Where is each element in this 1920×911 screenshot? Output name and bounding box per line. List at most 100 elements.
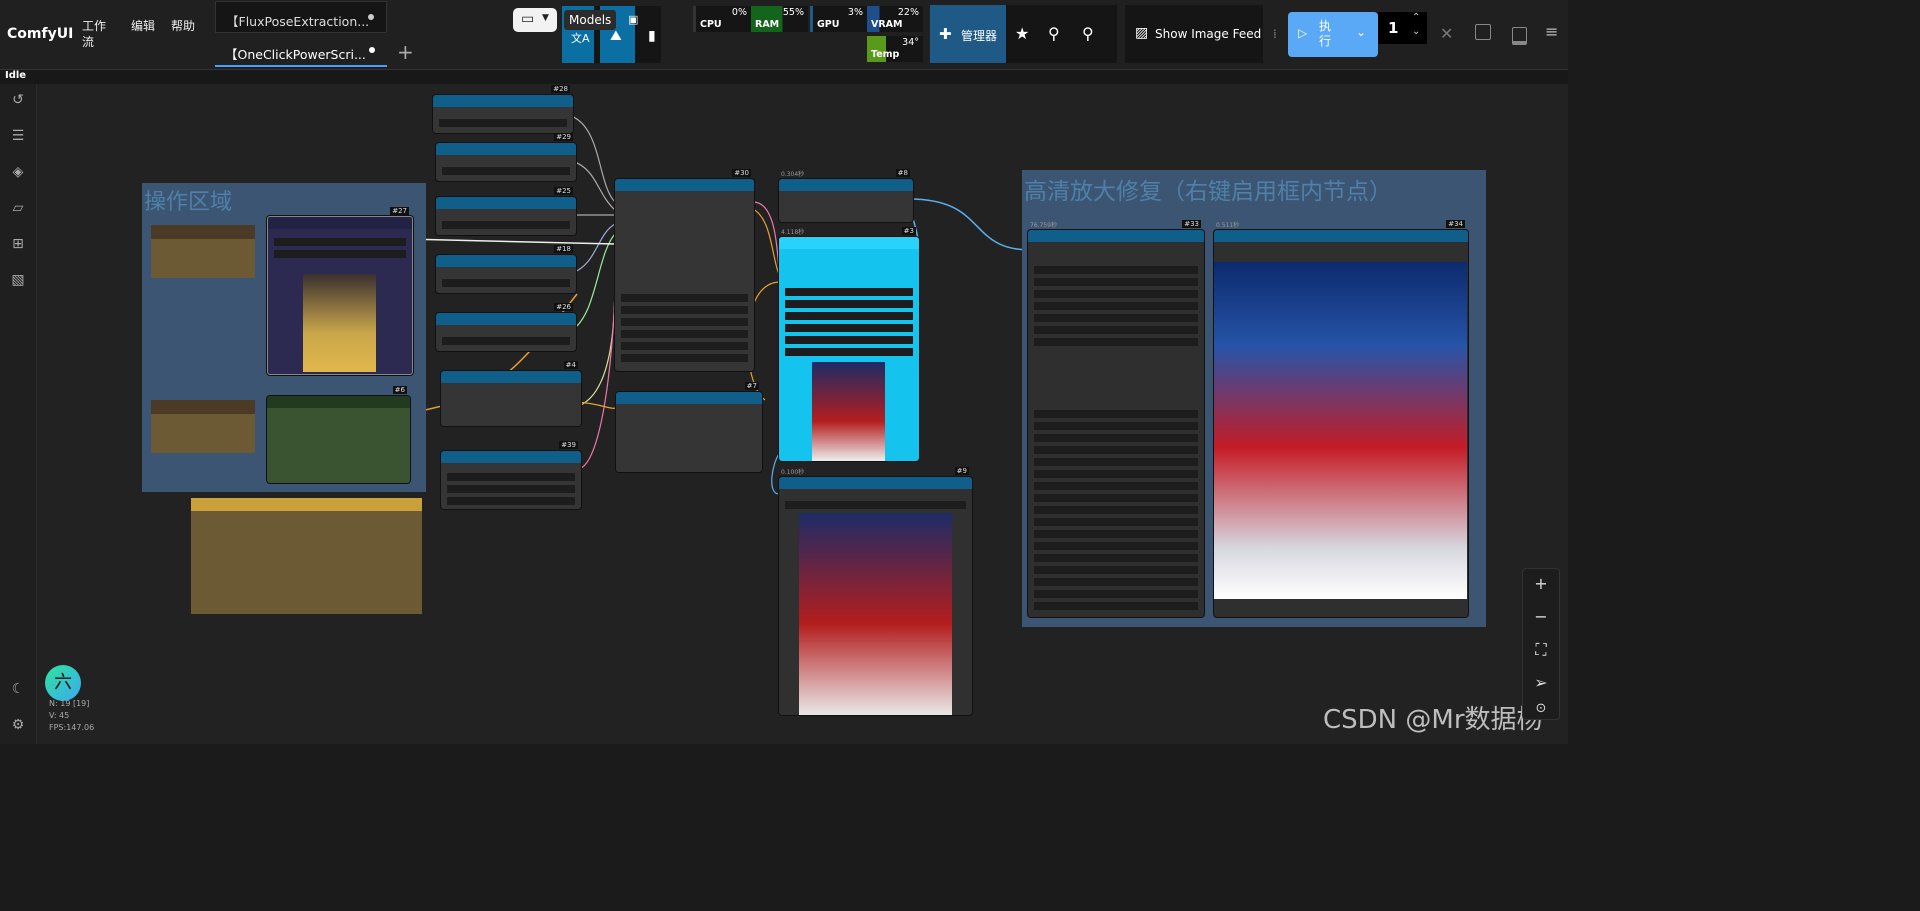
- node-count: N: 19 [19]: [49, 699, 90, 708]
- image-icon: ▨: [1135, 25, 1149, 41]
- history-icon[interactable]: ↺: [9, 92, 27, 110]
- canvas-stats: N: 19 [19] V: 45 FPS:147.06: [49, 698, 94, 734]
- node-header: #27: [268, 207, 412, 229]
- folder-icon: ▭: [521, 11, 535, 27]
- graph-canvas[interactable]: 操作区域 #27 #6 #28 #29 #25 #18 #26 #4 #39 #…: [37, 84, 1568, 744]
- group-title: 操作区域: [144, 190, 233, 215]
- image-feed-button[interactable]: ▨ Show Image Feed: [1125, 5, 1263, 63]
- tab-flux-pose[interactable]: 【FluxPoseExtraction...: [215, 1, 387, 33]
- output-image: [799, 513, 952, 715]
- moon-icon[interactable]: ☾: [9, 681, 27, 699]
- manager-panel: ✚ 管理器 ★ ⚲ ⚲: [930, 5, 1117, 63]
- node-header: #7: [616, 382, 762, 404]
- group-operation-area[interactable]: 操作区域 #27 #6: [142, 183, 426, 492]
- watermark: CSDN @Mr数据杨: [1323, 705, 1543, 735]
- folder-open-icon[interactable]: ▱: [9, 200, 27, 218]
- note-node[interactable]: [151, 400, 255, 453]
- star-icon[interactable]: ★: [1015, 24, 1029, 43]
- menu-help[interactable]: 帮助: [171, 18, 195, 34]
- maximize-icon[interactable]: [1475, 24, 1491, 40]
- queue-count-value: 1: [1388, 19, 1399, 37]
- cpu-value: 0%: [731, 7, 747, 18]
- group-upscale[interactable]: 高清放大修复（右键启用框内节点） 76.759秒 #33 0.511秒 #34: [1022, 170, 1486, 627]
- tab-label: 【OneClickPowerScri...: [225, 47, 366, 62]
- queue-count-input[interactable]: 1 ⌃ ⌄: [1378, 12, 1427, 44]
- preview-image: [812, 362, 885, 461]
- hamburger-menu-icon[interactable]: ≡: [1545, 22, 1558, 41]
- node-3-ksampler[interactable]: 4.118秒 #3: [779, 227, 919, 461]
- node-header: #30: [615, 169, 754, 191]
- node-header: #39: [441, 441, 581, 463]
- zoom-out-icon[interactable]: −: [1523, 602, 1559, 632]
- green-node[interactable]: #6: [267, 386, 410, 483]
- node-18[interactable]: #18: [436, 245, 576, 293]
- vram-value: 22%: [897, 7, 919, 18]
- cpu-stat: CPU 0%: [693, 6, 751, 32]
- tab-oneclick[interactable]: 【OneClickPowerScri...: [215, 35, 387, 67]
- run-button[interactable]: ▷ 执行 ⌄: [1288, 12, 1378, 57]
- models-label[interactable]: Models: [564, 10, 617, 30]
- ram-stat: RAM 55%: [751, 6, 808, 32]
- node-header: #29: [436, 133, 576, 155]
- menu-edit[interactable]: 编辑: [131, 18, 155, 34]
- menu-workflow[interactable]: 工作流: [82, 18, 106, 50]
- node-4[interactable]: #4: [441, 361, 581, 426]
- temp-label: Temp: [871, 49, 900, 60]
- new-tab-icon[interactable]: +: [397, 40, 414, 64]
- node-header: #33: [1028, 220, 1204, 242]
- input-image: [303, 274, 376, 372]
- gpu-value: 3%: [847, 7, 863, 18]
- note-node-large[interactable]: [191, 498, 422, 614]
- zoom-in-icon[interactable]: +: [1523, 569, 1559, 599]
- node-30[interactable]: #30: [615, 169, 754, 371]
- node-tree-icon[interactable]: ⊞: [9, 236, 27, 254]
- node-id: #33: [1182, 220, 1201, 228]
- share-alt-icon[interactable]: ⚲: [1082, 24, 1094, 43]
- node-header: #18: [436, 245, 576, 267]
- close-icon[interactable]: ✕: [1440, 24, 1453, 43]
- bookmark-icon[interactable]: ▮: [648, 28, 656, 44]
- node-7[interactable]: #7: [616, 382, 762, 472]
- image-gallery-icon[interactable]: ▧: [9, 272, 27, 290]
- node-34[interactable]: 0.511秒 #34: [1214, 220, 1468, 617]
- fit-view-icon[interactable]: ⛶: [1523, 635, 1559, 665]
- node-id: #7: [744, 382, 759, 390]
- play-icon: ▷: [1298, 26, 1308, 40]
- node-28[interactable]: #28: [433, 85, 573, 133]
- ram-label: RAM: [755, 19, 780, 30]
- settings-gear-icon[interactable]: ⚙: [9, 717, 27, 735]
- save-icon[interactable]: ▣: [628, 13, 638, 26]
- puzzle-icon: ✚: [939, 25, 952, 43]
- stepper-up-icon[interactable]: ⌃: [1412, 12, 1420, 23]
- node-timing: 0.304秒: [781, 171, 805, 178]
- node-8[interactable]: 0.304秒 #8: [779, 169, 913, 222]
- node-39[interactable]: #39: [441, 441, 581, 509]
- manager-button[interactable]: ✚ 管理器: [930, 5, 1006, 63]
- cpu-label: CPU: [700, 19, 722, 30]
- node-26[interactable]: #26: [436, 303, 576, 351]
- avatar[interactable]: 六: [45, 665, 81, 701]
- cube-icon[interactable]: ◈: [9, 164, 27, 182]
- link-toggle-icon[interactable]: ⊙: [1523, 694, 1559, 724]
- share-icon[interactable]: ⚲: [1048, 24, 1060, 43]
- queue-list-icon[interactable]: ☰: [9, 128, 27, 146]
- node-id: #6: [392, 386, 407, 394]
- stepper-down-icon[interactable]: ⌄: [1412, 26, 1420, 37]
- node-33[interactable]: 76.759秒 #33: [1028, 220, 1204, 617]
- vram-label: VRAM: [871, 19, 903, 30]
- translate-icon: 文A: [571, 32, 590, 45]
- vertex-count: V: 45: [49, 711, 70, 720]
- node-id: #29: [554, 133, 573, 141]
- load-image-node[interactable]: #27: [267, 207, 413, 375]
- note-node[interactable]: [151, 225, 255, 278]
- panel-bottom-icon[interactable]: [1512, 27, 1527, 45]
- node-25[interactable]: #25: [436, 187, 576, 235]
- node-id: #34: [1446, 220, 1465, 228]
- folder-dropdown-button[interactable]: ▭ ▼: [513, 8, 557, 32]
- node-9-save-image[interactable]: 0.100秒 #9: [779, 467, 972, 715]
- node-29[interactable]: #29: [436, 133, 576, 181]
- chevron-down-icon[interactable]: ⌄: [1356, 25, 1366, 39]
- node-id: #26: [554, 303, 573, 311]
- drag-handle-icon[interactable]: ⁞: [1273, 27, 1277, 41]
- node-timing: 0.511秒: [1216, 222, 1240, 229]
